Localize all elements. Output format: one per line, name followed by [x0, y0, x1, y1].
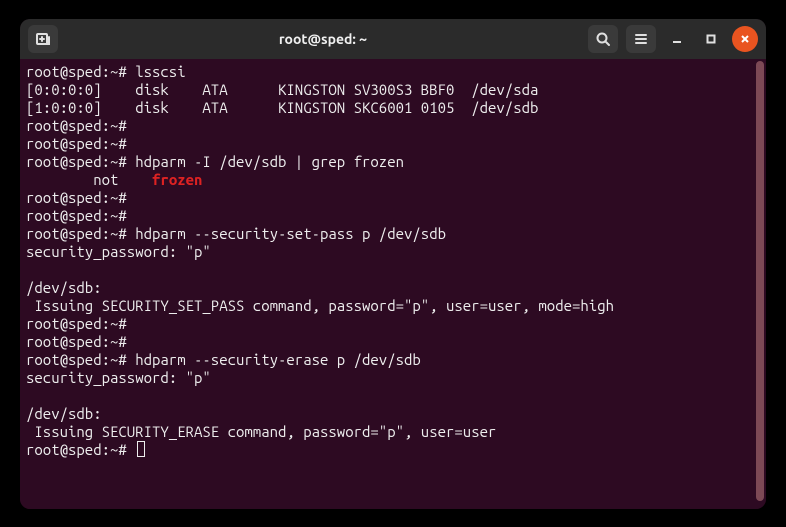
- prompt: root@sped:~#: [26, 135, 127, 152]
- terminal-line: not frozen: [26, 171, 746, 189]
- prompt: root@sped:~#: [26, 351, 135, 368]
- new-tab-icon: [35, 31, 51, 47]
- prompt: root@sped:~#: [26, 117, 127, 134]
- titlebar: root@sped: ~: [20, 19, 766, 59]
- highlight-text: frozen: [152, 171, 202, 188]
- prompt: root@sped:~#: [26, 207, 127, 224]
- terminal-line: [0:0:0:0] disk ATA KINGSTON SV300S3 BBF0…: [26, 81, 746, 99]
- new-tab-button[interactable]: [28, 25, 58, 53]
- minimize-icon: [672, 34, 682, 44]
- terminal-line: root@sped:~# hdparm --security-erase p /…: [26, 351, 746, 369]
- terminal-line: Issuing SECURITY_SET_PASS command, passw…: [26, 297, 746, 315]
- prompt: root@sped:~#: [26, 225, 135, 242]
- terminal-line: root@sped:~#: [26, 135, 746, 153]
- terminal-line: /dev/sdb:: [26, 279, 746, 297]
- menu-button[interactable]: [626, 25, 656, 53]
- command: hdparm -I /dev/sdb | grep frozen: [135, 153, 404, 170]
- prompt: root@sped:~#: [26, 189, 127, 206]
- terminal-line: root@sped:~#: [26, 117, 746, 135]
- prompt: root@sped:~#: [26, 63, 135, 80]
- minimize-button[interactable]: [664, 26, 690, 52]
- close-button[interactable]: [732, 26, 758, 52]
- terminal-line: root@sped:~# hdparm --security-set-pass …: [26, 225, 746, 243]
- command: hdparm --security-set-pass p /dev/sdb: [135, 225, 446, 242]
- terminal-line: security_password: "p": [26, 369, 746, 387]
- terminal-line: root@sped:~# lsscsi: [26, 63, 746, 81]
- terminal-line: [26, 261, 746, 279]
- terminal-line: root@sped:~#: [26, 189, 746, 207]
- terminal-area[interactable]: root@sped:~# lsscsi[0:0:0:0] disk ATA KI…: [20, 59, 766, 509]
- terminal-line: root@sped:~#: [26, 207, 746, 225]
- scrollbar[interactable]: [756, 59, 766, 509]
- terminal-line: [1:0:0:0] disk ATA KINGSTON SKC6001 0105…: [26, 99, 746, 117]
- terminal-line: /dev/sdb:: [26, 405, 746, 423]
- terminal-line: root@sped:~#: [26, 315, 746, 333]
- terminal-line: security_password: "p": [26, 243, 746, 261]
- maximize-button[interactable]: [698, 26, 724, 52]
- prompt: root@sped:~#: [26, 333, 127, 350]
- terminal-line: root@sped:~#: [26, 333, 746, 351]
- prompt: root@sped:~#: [26, 315, 127, 332]
- scrollbar-thumb[interactable]: [756, 61, 764, 501]
- terminal-line: Issuing SECURITY_ERASE command, password…: [26, 423, 746, 441]
- search-button[interactable]: [588, 25, 618, 53]
- terminal-line: root@sped:~# hdparm -I /dev/sdb | grep f…: [26, 153, 746, 171]
- close-icon: [740, 34, 750, 44]
- output-text: not: [26, 171, 152, 188]
- prompt: root@sped:~#: [26, 441, 135, 458]
- window-title: root@sped: ~: [66, 31, 580, 47]
- terminal-content: root@sped:~# lsscsi[0:0:0:0] disk ATA KI…: [26, 63, 746, 459]
- command: lsscsi: [135, 63, 185, 80]
- hamburger-icon: [633, 31, 649, 47]
- maximize-icon: [706, 34, 716, 44]
- terminal-window: root@sped: ~: [20, 19, 766, 509]
- prompt: root@sped:~#: [26, 153, 135, 170]
- cursor: [137, 441, 145, 457]
- command: hdparm --security-erase p /dev/sdb: [135, 351, 421, 368]
- terminal-line: root@sped:~#: [26, 441, 746, 459]
- terminal-line: [26, 387, 746, 405]
- search-icon: [595, 31, 611, 47]
- titlebar-right: [588, 25, 758, 53]
